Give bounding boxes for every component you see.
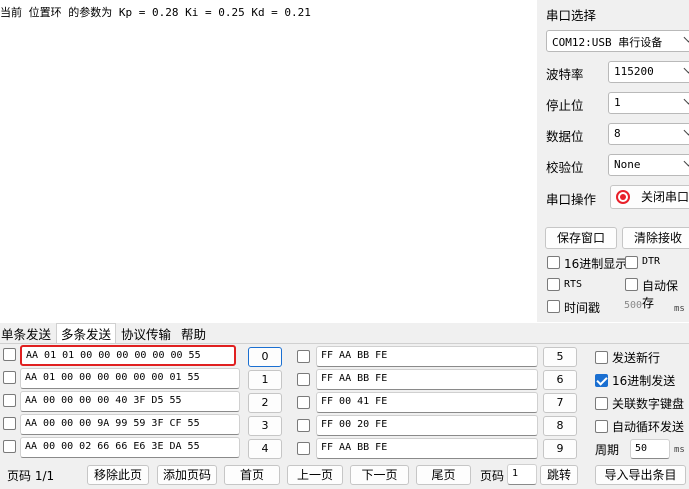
auto-loop-checkbox[interactable] (595, 420, 608, 433)
row-8-data-input[interactable]: FF 00 20 FE (316, 415, 538, 436)
row-9-checkbox[interactable] (297, 442, 310, 455)
row-9-send-button[interactable]: 9 (543, 439, 577, 459)
row-6-send-button[interactable]: 6 (543, 370, 577, 390)
prev-page-button[interactable]: 上一页 (287, 465, 343, 485)
chevron-down-icon (683, 63, 689, 74)
row-1-checkbox[interactable] (3, 371, 16, 384)
row-4-data-input[interactable]: AA 00 00 02 66 66 E6 3E DA 55 (20, 437, 240, 458)
keypad-checkbox[interactable] (595, 397, 608, 410)
row-3-send-button[interactable]: 3 (248, 416, 282, 436)
import-export-button[interactable]: 导入导出条目 (595, 465, 686, 485)
chevron-down-icon (683, 156, 689, 167)
row-8-send-button[interactable]: 8 (543, 416, 577, 436)
data-bits-label: 数据位 (546, 129, 584, 144)
row-5-checkbox[interactable] (297, 350, 310, 363)
next-page-button[interactable]: 下一页 (350, 465, 409, 485)
tab-protocol[interactable]: 协议传输 (121, 326, 171, 343)
hex-display-checkbox[interactable] (547, 256, 560, 269)
period-label: 周期 (595, 443, 620, 457)
receive-area[interactable]: 当前 位置环 的参数为 Kp = 0.28 Ki = 0.25 Kd = 0.2… (0, 0, 537, 322)
auto-save-checkbox[interactable] (625, 278, 638, 291)
stop-bits-value: 1 (614, 96, 621, 109)
keypad-label: 关联数字键盘 (612, 397, 685, 411)
row-5-data-input[interactable]: FF AA BB FE (316, 346, 538, 367)
row-9-data-input[interactable]: FF AA BB FE (316, 438, 538, 459)
timestamp-input[interactable]: 500 (624, 300, 668, 317)
row-1-send-button[interactable]: 1 (248, 370, 282, 390)
row-5-send-button[interactable]: 5 (543, 347, 577, 367)
receive-text: 当前 位置环 的参数为 Kp = 0.28 Ki = 0.25 Kd = 0.2… (0, 6, 311, 19)
row-3-data-input[interactable]: AA 00 00 00 9A 99 59 3F CF 55 (20, 414, 240, 435)
timestamp-checkbox[interactable] (547, 300, 560, 313)
row-2-send-button[interactable]: 2 (248, 393, 282, 413)
stop-bits-select[interactable]: 1 (608, 92, 689, 114)
port-select-value: COM12:USB 串行设备 (552, 36, 663, 49)
chevron-down-icon (683, 32, 689, 43)
dtr-checkbox[interactable] (625, 256, 638, 269)
parity-value: None (614, 158, 641, 171)
first-page-button[interactable]: 首页 (224, 465, 280, 485)
send-newline-checkbox[interactable] (595, 351, 608, 364)
row-0-data-input[interactable]: AA 01 01 00 00 00 00 00 00 55 (20, 345, 236, 366)
row-6-data-input[interactable]: FF AA BB FE (316, 369, 538, 390)
row-3-checkbox[interactable] (3, 417, 16, 430)
send-newline-label: 发送新行 (612, 351, 661, 365)
row-2-data-input[interactable]: AA 00 00 00 00 40 3F D5 55 (20, 391, 240, 412)
timestamp-label: 时间戳 (564, 301, 601, 315)
row-0-checkbox[interactable] (3, 348, 16, 361)
chevron-down-icon (683, 94, 689, 105)
baud-select[interactable]: 115200 (608, 61, 689, 83)
data-bits-value: 8 (614, 127, 621, 140)
page-info: 页码 1/1 (7, 469, 55, 483)
parity-label: 校验位 (546, 160, 584, 175)
hex-send-label: 16进制发送 (612, 374, 676, 388)
row-6-checkbox[interactable] (297, 373, 310, 386)
row-1-data-input[interactable]: AA 01 00 00 00 00 00 00 01 55 (20, 368, 240, 389)
row-2-checkbox[interactable] (3, 394, 16, 407)
jump-button[interactable]: 跳转 (540, 465, 578, 485)
dtr-label: DTR (642, 256, 661, 267)
clear-receive-button[interactable]: 清除接收 (622, 227, 689, 249)
add-page-button[interactable]: 添加页码 (157, 465, 217, 485)
port-select-title: 串口选择 (546, 8, 597, 23)
page-number-input[interactable]: 1 (507, 464, 537, 485)
parity-select[interactable]: None (608, 154, 689, 176)
rts-label: RTS (564, 279, 583, 290)
port-select[interactable]: COM12:USB 串行设备 (546, 30, 689, 52)
rts-checkbox[interactable] (547, 278, 560, 291)
row-0-send-button[interactable]: 0 (248, 347, 282, 367)
timestamp-unit: ms (674, 304, 685, 314)
period-unit: ms (674, 445, 685, 455)
row-7-data-input[interactable]: FF 00 41 FE (316, 392, 538, 413)
hex-display-label: 16进制显示 (564, 257, 628, 271)
close-port-label: 关闭串口 (641, 190, 689, 204)
stop-bits-label: 停止位 (546, 98, 584, 113)
row-4-checkbox[interactable] (3, 440, 16, 453)
port-op-label: 串口操作 (546, 192, 597, 207)
tab-multi-send[interactable]: 多条发送 (61, 326, 111, 343)
row-4-send-button[interactable]: 4 (248, 439, 282, 459)
chevron-down-icon (683, 125, 689, 136)
tab-help[interactable]: 帮助 (181, 326, 206, 343)
data-bits-select[interactable]: 8 (608, 123, 689, 145)
row-8-checkbox[interactable] (297, 419, 310, 432)
auto-loop-label: 自动循环发送 (612, 420, 685, 434)
close-port-button[interactable]: 关闭串口 (610, 185, 689, 209)
tab-single-send[interactable]: 单条发送 (1, 326, 51, 343)
remove-page-button[interactable]: 移除此页 (87, 465, 149, 485)
port-status-icon (616, 190, 630, 204)
baud-label: 波特率 (546, 67, 584, 82)
row-7-send-button[interactable]: 7 (543, 393, 577, 413)
hex-send-checkbox[interactable] (595, 374, 608, 387)
page-number-label: 页码 (480, 469, 505, 483)
last-page-button[interactable]: 尾页 (416, 465, 471, 485)
save-window-button[interactable]: 保存窗口 (545, 227, 617, 249)
baud-value: 115200 (614, 65, 654, 78)
row-7-checkbox[interactable] (297, 396, 310, 409)
period-input[interactable]: 50 (630, 439, 670, 459)
